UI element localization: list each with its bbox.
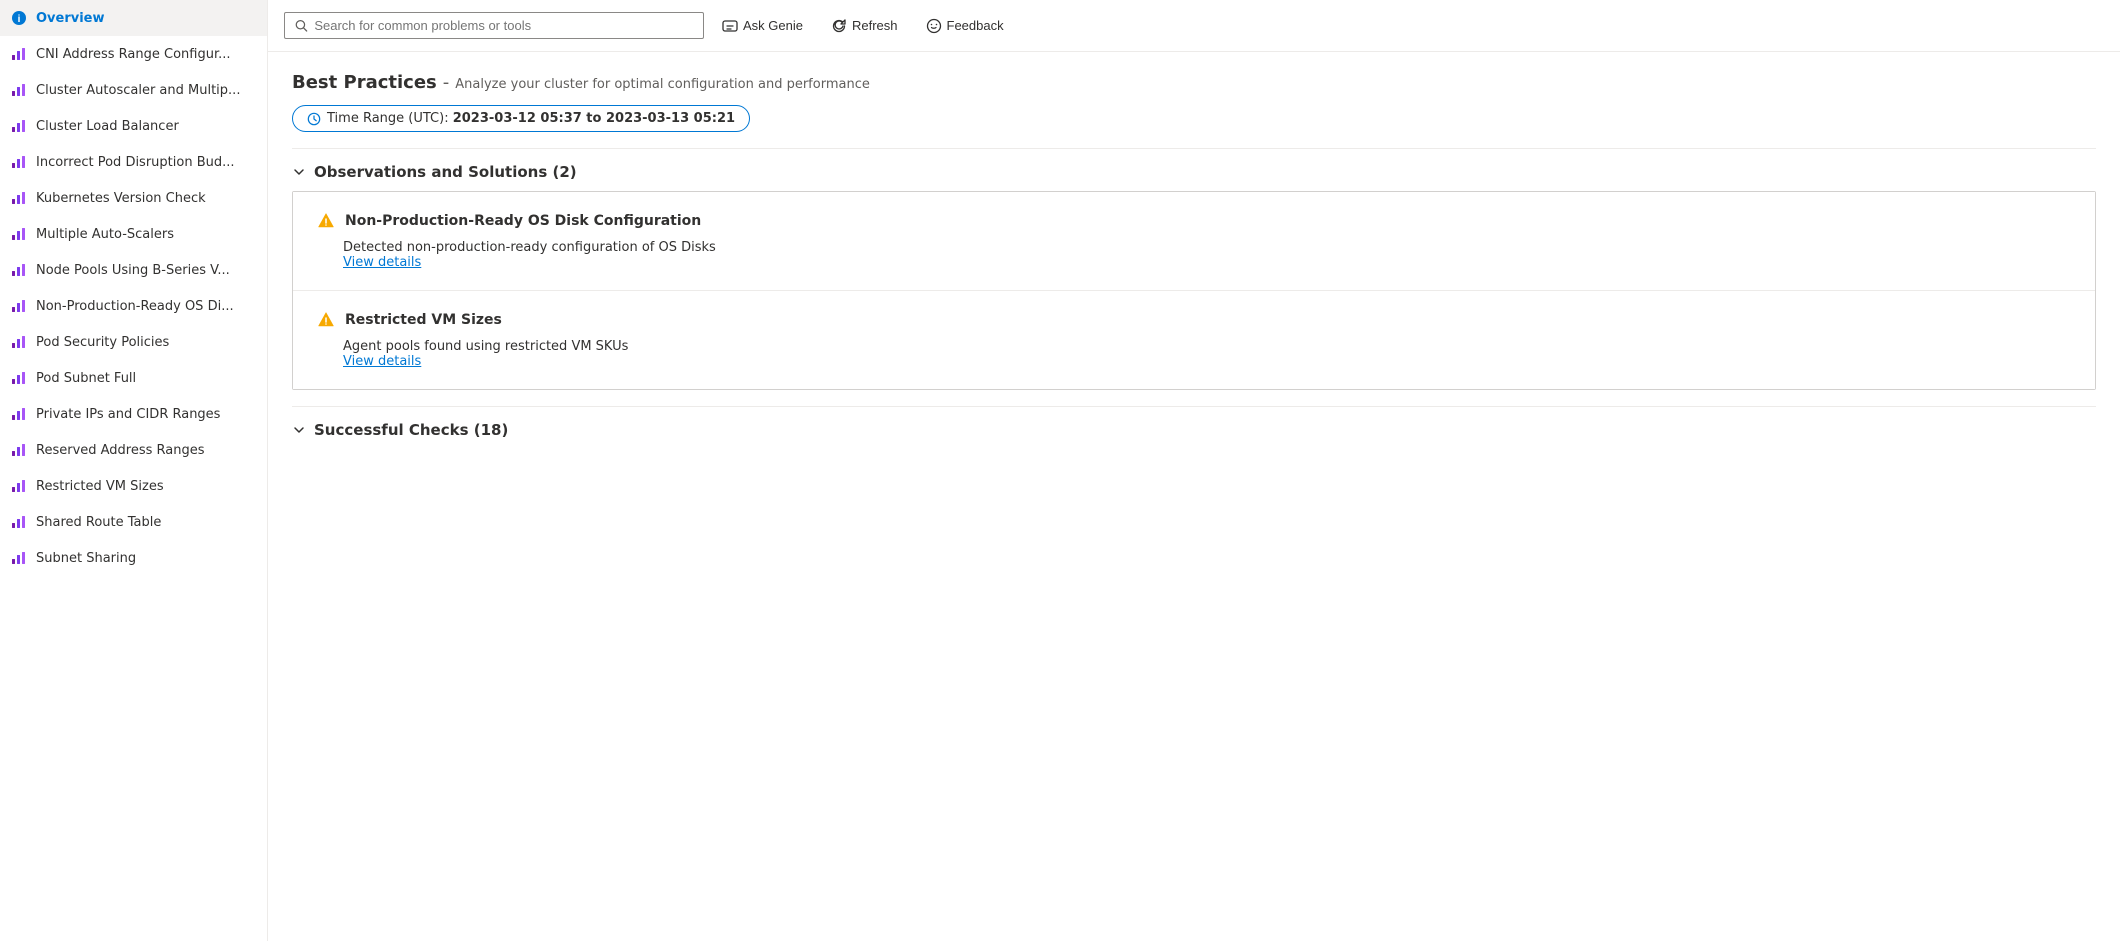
successful-section-header[interactable]: Successful Checks (18): [292, 406, 2096, 449]
sidebar-item-node-pools[interactable]: Node Pools Using B-Series V...: [0, 252, 267, 288]
svg-text:i: i: [18, 14, 21, 25]
reserved-address-sidebar-icon: [10, 441, 28, 459]
observation-card-restricted-vm: Restricted VM Sizes Agent pools found us…: [293, 291, 2095, 389]
warning-icon: [317, 212, 335, 230]
successful-section-title: Successful Checks (18): [314, 421, 508, 439]
pod-subnet-sidebar-icon: [10, 369, 28, 387]
sidebar-label-multi-autoscalers: Multiple Auto-Scalers: [36, 227, 174, 242]
multi-autoscalers-sidebar-icon: [10, 225, 28, 243]
successful-chevron-icon: [292, 423, 306, 437]
time-range-label: Time Range (UTC):: [327, 111, 449, 126]
sidebar-label-overview: Overview: [36, 11, 105, 26]
content-area: Best Practices - Analyze your cluster fo…: [268, 52, 2120, 941]
sidebar-label-pod-security: Pod Security Policies: [36, 335, 169, 350]
sidebar-item-pod-disruption[interactable]: Incorrect Pod Disruption Bud...: [0, 144, 267, 180]
sidebar-label-k8s-version: Kubernetes Version Check: [36, 191, 206, 206]
observations-section-header[interactable]: Observations and Solutions (2): [292, 148, 2096, 191]
card-desc-non-prod-os: Detected non-production-ready configurat…: [317, 240, 716, 255]
sidebar-item-load-balancer[interactable]: Cluster Load Balancer: [0, 108, 267, 144]
ask-genie-icon: [722, 18, 738, 34]
time-range-badge[interactable]: Time Range (UTC): 2023-03-12 05:37 to 20…: [292, 105, 750, 132]
card-view-details-non-prod-os[interactable]: View details: [317, 255, 2071, 270]
sidebar-label-load-balancer: Cluster Load Balancer: [36, 119, 179, 134]
sidebar-item-k8s-version[interactable]: Kubernetes Version Check: [0, 180, 267, 216]
pod-security-sidebar-icon: [10, 333, 28, 351]
observation-card-non-prod-os: Non-Production-Ready OS Disk Configurati…: [293, 192, 2095, 291]
sidebar: i Overview CNI Address Range Configur...…: [0, 0, 268, 941]
k8s-version-sidebar-icon: [10, 189, 28, 207]
toolbar: Ask Genie Refresh Feedback: [268, 0, 2120, 52]
sidebar-item-pod-security[interactable]: Pod Security Policies: [0, 324, 267, 360]
time-range-text: Time Range (UTC): 2023-03-12 05:37 to 20…: [327, 111, 735, 126]
time-range-value: 2023-03-12 05:37 to 2023-03-13 05:21: [453, 111, 735, 126]
ask-genie-label: Ask Genie: [743, 18, 803, 33]
card-title-row: Restricted VM Sizes: [317, 311, 2071, 329]
shared-route-sidebar-icon: [10, 513, 28, 531]
sidebar-item-pod-subnet[interactable]: Pod Subnet Full: [0, 360, 267, 396]
sidebar-item-private-ips[interactable]: Private IPs and CIDR Ranges: [0, 396, 267, 432]
sidebar-label-non-prod-os: Non-Production-Ready OS Di...: [36, 299, 234, 314]
sidebar-label-subnet-sharing: Subnet Sharing: [36, 551, 136, 566]
sidebar-label-restricted-vm: Restricted VM Sizes: [36, 479, 164, 494]
warning-icon: [317, 311, 335, 329]
page-title-row: Best Practices - Analyze your cluster fo…: [292, 72, 2096, 93]
load-balancer-sidebar-icon: [10, 117, 28, 135]
card-desc-restricted-vm: Agent pools found using restricted VM SK…: [317, 339, 628, 354]
sidebar-item-reserved-address[interactable]: Reserved Address Ranges: [0, 432, 267, 468]
card-view-details-restricted-vm[interactable]: View details: [317, 354, 2071, 369]
search-box[interactable]: [284, 12, 704, 39]
sidebar-label-private-ips: Private IPs and CIDR Ranges: [36, 407, 220, 422]
pod-disruption-sidebar-icon: [10, 153, 28, 171]
sidebar-label-pod-subnet: Pod Subnet Full: [36, 371, 136, 386]
sidebar-item-multi-autoscalers[interactable]: Multiple Auto-Scalers: [0, 216, 267, 252]
sidebar-label-autoscaler: Cluster Autoscaler and Multip...: [36, 83, 240, 98]
observations-section-title: Observations and Solutions (2): [314, 163, 577, 181]
autoscaler-sidebar-icon: [10, 81, 28, 99]
sidebar-label-node-pools: Node Pools Using B-Series V...: [36, 263, 230, 278]
sidebar-label-reserved-address: Reserved Address Ranges: [36, 443, 205, 458]
search-icon: [295, 19, 308, 33]
private-ips-sidebar-icon: [10, 405, 28, 423]
sidebar-label-shared-route: Shared Route Table: [36, 515, 161, 530]
refresh-label: Refresh: [852, 18, 898, 33]
sidebar-item-cni[interactable]: CNI Address Range Configur...: [0, 36, 267, 72]
ask-genie-button[interactable]: Ask Genie: [712, 13, 813, 39]
card-title-restricted-vm: Restricted VM Sizes: [345, 312, 502, 328]
sidebar-item-non-prod-os[interactable]: Non-Production-Ready OS Di...: [0, 288, 267, 324]
overview-sidebar-icon: i: [10, 9, 28, 27]
card-title-row: Non-Production-Ready OS Disk Configurati…: [317, 212, 2071, 230]
clock-icon: [307, 112, 321, 126]
card-title-non-prod-os: Non-Production-Ready OS Disk Configurati…: [345, 213, 701, 229]
page-title: Best Practices: [292, 72, 437, 93]
feedback-icon: [926, 18, 942, 34]
search-input[interactable]: [314, 18, 693, 33]
sidebar-item-shared-route[interactable]: Shared Route Table: [0, 504, 267, 540]
sidebar-item-autoscaler[interactable]: Cluster Autoscaler and Multip...: [0, 72, 267, 108]
non-prod-os-sidebar-icon: [10, 297, 28, 315]
sidebar-item-subnet-sharing[interactable]: Subnet Sharing: [0, 540, 267, 576]
refresh-button[interactable]: Refresh: [821, 13, 908, 39]
observations-chevron-icon: [292, 165, 306, 179]
feedback-button[interactable]: Feedback: [916, 13, 1014, 39]
sidebar-label-cni: CNI Address Range Configur...: [36, 47, 231, 62]
sidebar-item-restricted-vm[interactable]: Restricted VM Sizes: [0, 468, 267, 504]
observations-cards: Non-Production-Ready OS Disk Configurati…: [292, 191, 2096, 390]
refresh-icon: [831, 18, 847, 34]
sidebar-label-pod-disruption: Incorrect Pod Disruption Bud...: [36, 155, 235, 170]
title-dash: -: [443, 72, 450, 93]
node-pools-sidebar-icon: [10, 261, 28, 279]
cni-sidebar-icon: [10, 45, 28, 63]
sidebar-item-overview[interactable]: i Overview: [0, 0, 267, 36]
page-header: Best Practices - Analyze your cluster fo…: [292, 72, 2096, 132]
feedback-label: Feedback: [947, 18, 1004, 33]
restricted-vm-sidebar-icon: [10, 477, 28, 495]
main-panel: Ask Genie Refresh Feedback Best Practice…: [268, 0, 2120, 941]
subnet-sharing-sidebar-icon: [10, 549, 28, 567]
page-subtitle: Analyze your cluster for optimal configu…: [455, 77, 870, 92]
